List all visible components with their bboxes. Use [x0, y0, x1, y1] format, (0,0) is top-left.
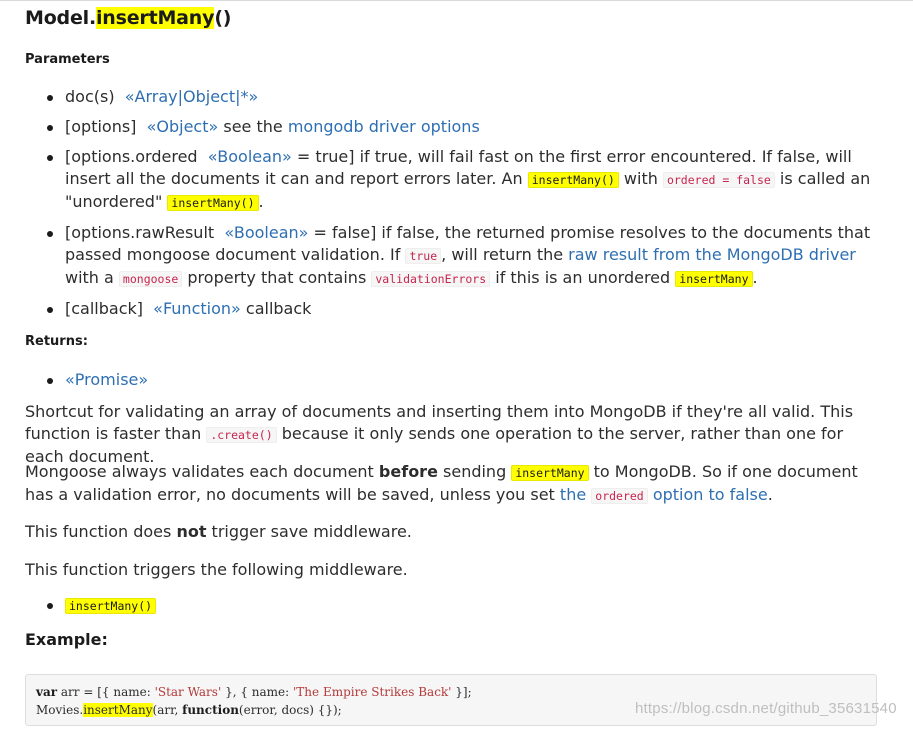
example-heading: Example: — [25, 630, 108, 649]
middleware-intro: This function triggers the following mid… — [25, 560, 408, 579]
top-divider — [0, 0, 913, 1]
mongodb-driver-options-link[interactable]: mongodb driver options — [288, 117, 480, 136]
return-type: «Promise» — [25, 369, 148, 391]
parameters-heading: Parameters — [25, 52, 110, 67]
middleware-list: insertMany() — [25, 594, 157, 617]
list-item: insertMany() — [25, 594, 157, 617]
type-link-function[interactable]: «Function» — [153, 299, 241, 318]
param-options: [options] «Object» see the mongodb drive… — [25, 116, 885, 138]
returns-heading: Returns: — [25, 334, 88, 349]
bullet-icon — [47, 95, 53, 101]
type-link-boolean[interactable]: «Boolean» — [208, 147, 292, 166]
returns-list: «Promise» — [25, 369, 148, 391]
param-callback: [callback] «Function» callback — [25, 298, 885, 320]
ordered-option-link[interactable]: the ordered option to false — [560, 485, 768, 504]
inline-code: true — [405, 248, 442, 264]
bullet-icon — [47, 307, 53, 313]
description-paragraph: Shortcut for validating an array of docu… — [25, 402, 854, 466]
raw-result-link[interactable]: raw result from the MongoDB driver — [568, 245, 856, 264]
inline-code: insertMany — [511, 465, 589, 481]
validation-paragraph: Mongoose always validates each document … — [25, 462, 858, 504]
middleware-note: This function does not trigger save midd… — [25, 522, 412, 541]
param-options-rawresult: [options.rawResult «Boolean» = false] if… — [25, 222, 885, 290]
inline-code: ordered — [591, 488, 648, 504]
inline-code: .create() — [206, 427, 277, 443]
inline-code: ordered = false — [662, 172, 775, 188]
bullet-icon — [47, 231, 53, 237]
bullet-icon — [47, 125, 53, 131]
inline-code: insertMany() — [527, 172, 619, 188]
type-link-promise[interactable]: «Promise» — [65, 370, 148, 389]
param-docs: doc(s) «Array|Object|*» — [25, 86, 885, 108]
type-link-array-object[interactable]: «Array|Object|*» — [125, 87, 259, 106]
inline-code: insertMany() — [167, 195, 259, 211]
search-highlight: insertMany — [95, 7, 215, 29]
page-title: Model.insertMany() — [25, 7, 232, 29]
parameters-list: doc(s) «Array|Object|*» [options] «Objec… — [25, 86, 885, 328]
type-link-object[interactable]: «Object» — [147, 117, 219, 136]
inline-code: validationErrors — [371, 271, 491, 287]
inline-code: insertMany — [675, 271, 753, 287]
inline-code: insertMany() — [65, 598, 157, 614]
type-link-boolean[interactable]: «Boolean» — [224, 223, 308, 242]
doc-content: Model.insertMany() Parameters doc(s) «Ar… — [25, 6, 885, 726]
watermark: https://blog.csdn.net/github_35631540 — [635, 700, 897, 717]
bullet-icon — [47, 155, 53, 161]
param-options-ordered: [options.ordered «Boolean» = true] if tr… — [25, 146, 885, 214]
inline-code: mongoose — [118, 271, 183, 287]
bullet-icon — [47, 603, 53, 609]
bullet-icon — [47, 378, 53, 384]
